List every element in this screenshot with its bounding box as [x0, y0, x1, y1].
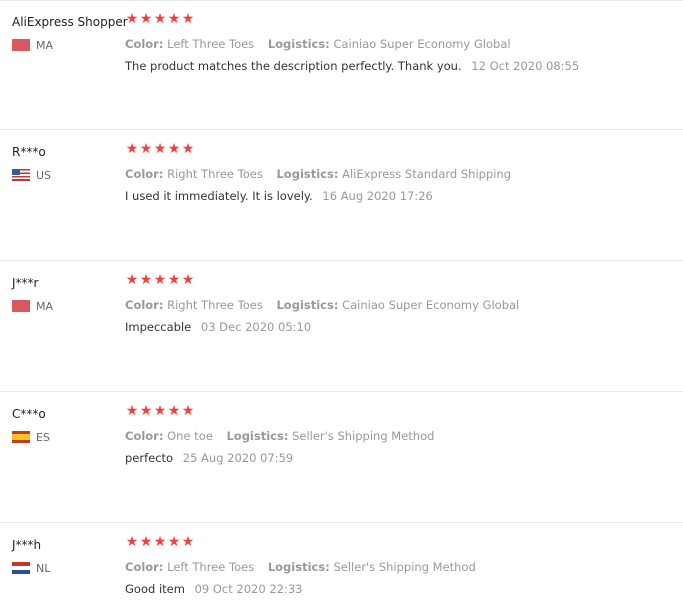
spain-flag-icon — [12, 431, 30, 443]
review-content: perfecto 25 Aug 2020 07:59 — [125, 451, 293, 465]
order-attributes: Color: Right Three Toes Logistics: AliEx… — [125, 167, 521, 181]
review-item: J***r MA ★ ★ ★ ★ ★ Color: Right Three To… — [0, 262, 683, 392]
star-rating: ★ ★ ★ ★ ★ — [125, 272, 195, 288]
order-attributes: Color: Left Three Toes Logistics: Cainia… — [125, 37, 521, 51]
star-icon: ★ — [125, 11, 139, 27]
review-item: C***o ES ★ ★ ★ ★ ★ Color: One toe Logist… — [0, 393, 683, 523]
star-icon: ★ — [139, 141, 153, 157]
reviewer-name: R***o — [12, 145, 46, 159]
reviewer-country: ES — [12, 430, 50, 444]
color-label: Color: — [125, 37, 164, 51]
star-icon: ★ — [181, 272, 195, 288]
star-icon: ★ — [167, 403, 181, 419]
star-icon: ★ — [167, 141, 181, 157]
star-icon: ★ — [167, 272, 181, 288]
review-date: 16 Aug 2020 17:26 — [322, 189, 433, 203]
star-rating: ★ ★ ★ ★ ★ — [125, 403, 195, 419]
review-date: 09 Oct 2020 22:33 — [194, 582, 303, 596]
star-icon: ★ — [139, 534, 153, 550]
star-icon: ★ — [153, 272, 167, 288]
color-value: One toe — [167, 429, 213, 443]
review-item: J***h NL ★ ★ ★ ★ ★ Color: Left Three Toe… — [0, 524, 683, 604]
review-text: I used it immediately. It is lovely. — [125, 189, 313, 203]
color-label: Color: — [125, 298, 164, 312]
review-item: AliExpress Shopper MA ★ ★ ★ ★ ★ Color: L… — [0, 0, 683, 130]
reviewer-name: J***h — [12, 538, 42, 552]
order-attributes: Color: One toe Logistics: Seller's Shipp… — [125, 429, 444, 443]
star-icon: ★ — [181, 141, 195, 157]
reviewer-country: US — [12, 168, 51, 182]
country-code: MA — [36, 299, 54, 313]
review-content: The product matches the description perf… — [125, 59, 579, 73]
feedback-list: AliExpress Shopper MA ★ ★ ★ ★ ★ Color: L… — [0, 0, 683, 604]
review-text: The product matches the description perf… — [125, 59, 462, 73]
star-icon: ★ — [139, 11, 153, 27]
color-value: Left Three Toes — [167, 37, 255, 51]
star-icon: ★ — [125, 534, 139, 550]
netherlands-flag-icon — [12, 562, 30, 574]
review-date: 25 Aug 2020 07:59 — [182, 451, 294, 465]
star-icon: ★ — [153, 141, 167, 157]
star-icon: ★ — [181, 403, 195, 419]
country-code: ES — [36, 430, 50, 444]
reviewer-country: NL — [12, 561, 50, 575]
review-content: Good item 09 Oct 2020 22:33 — [125, 582, 302, 596]
logistics-value: AliExpress Standard Shipping — [342, 167, 512, 181]
logistics-value: Cainiao Super Economy Global — [333, 37, 511, 51]
morocco-flag-icon — [12, 300, 30, 312]
star-rating: ★ ★ ★ ★ ★ — [125, 141, 195, 157]
review-date: 03 Dec 2020 05:10 — [200, 320, 312, 334]
review-item: R***o US ★ ★ ★ ★ ★ Color: Right Three To… — [0, 131, 683, 261]
country-code: NL — [36, 561, 51, 575]
order-attributes: Color: Right Three Toes Logistics: Caini… — [125, 298, 529, 312]
reviewer-country: MA — [12, 38, 53, 52]
color-label: Color: — [125, 560, 164, 574]
star-icon: ★ — [153, 534, 167, 550]
order-attributes: Color: Left Three Toes Logistics: Seller… — [125, 560, 486, 574]
reviewer-name: C***o — [12, 407, 46, 421]
star-icon: ★ — [167, 11, 181, 27]
morocco-flag-icon — [12, 39, 30, 51]
usa-flag-icon — [12, 169, 30, 181]
logistics-label: Logistics: — [267, 560, 330, 574]
star-icon: ★ — [181, 534, 195, 550]
logistics-label: Logistics: — [276, 167, 339, 181]
review-content: Impeccable 03 Dec 2020 05:10 — [125, 320, 311, 334]
logistics-label: Logistics: — [276, 298, 339, 312]
star-icon: ★ — [153, 403, 167, 419]
review-text: perfecto — [125, 451, 174, 465]
country-code: US — [36, 168, 52, 182]
color-label: Color: — [125, 167, 164, 181]
color-label: Color: — [125, 429, 164, 443]
star-icon: ★ — [125, 141, 139, 157]
logistics-value: Seller's Shipping Method — [292, 429, 435, 443]
review-text: Good item — [125, 582, 185, 596]
color-value: Right Three Toes — [167, 298, 263, 312]
logistics-label: Logistics: — [226, 429, 289, 443]
review-text: Impeccable — [125, 320, 192, 334]
star-icon: ★ — [125, 403, 139, 419]
star-rating: ★ ★ ★ ★ ★ — [125, 534, 195, 550]
star-icon: ★ — [167, 534, 181, 550]
country-code: MA — [36, 38, 54, 52]
star-icon: ★ — [153, 11, 167, 27]
color-value: Right Three Toes — [167, 167, 263, 181]
logistics-label: Logistics: — [267, 37, 330, 51]
star-icon: ★ — [139, 272, 153, 288]
logistics-value: Cainiao Super Economy Global — [342, 298, 520, 312]
review-date: 12 Oct 2020 08:55 — [471, 59, 580, 73]
logistics-value: Seller's Shipping Method — [333, 560, 476, 574]
star-icon: ★ — [139, 403, 153, 419]
reviewer-country: MA — [12, 299, 53, 313]
reviewer-name: J***r — [12, 276, 39, 290]
color-value: Left Three Toes — [167, 560, 255, 574]
star-icon: ★ — [125, 272, 139, 288]
star-icon: ★ — [181, 11, 195, 27]
review-content: I used it immediately. It is lovely. 16 … — [125, 189, 433, 203]
star-rating: ★ ★ ★ ★ ★ — [125, 11, 195, 27]
reviewer-name: AliExpress Shopper — [12, 15, 128, 29]
